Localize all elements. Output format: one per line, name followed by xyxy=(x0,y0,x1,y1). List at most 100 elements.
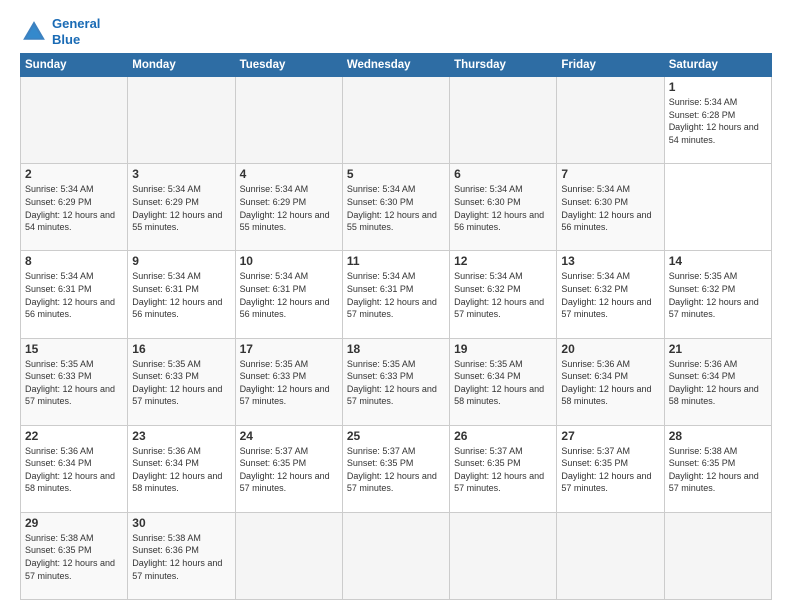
calendar-header-row: SundayMondayTuesdayWednesdayThursdayFrid… xyxy=(21,54,772,77)
day-number: 27 xyxy=(561,429,659,443)
day-info: Sunrise: 5:34 AMSunset: 6:30 PMDaylight:… xyxy=(454,183,552,233)
day-info: Sunrise: 5:34 AMSunset: 6:31 PMDaylight:… xyxy=(240,270,338,320)
day-info: Sunrise: 5:34 AMSunset: 6:28 PMDaylight:… xyxy=(669,96,767,146)
logo-text: General Blue xyxy=(52,16,100,47)
day-number: 30 xyxy=(132,516,230,530)
day-number: 17 xyxy=(240,342,338,356)
calendar-day-22: 22 Sunrise: 5:36 AMSunset: 6:34 PMDayligh… xyxy=(21,425,128,512)
empty-cell xyxy=(21,77,128,164)
day-number: 4 xyxy=(240,167,338,181)
day-number: 25 xyxy=(347,429,445,443)
calendar-week-5: 22 Sunrise: 5:36 AMSunset: 6:34 PMDayligh… xyxy=(21,425,772,512)
day-number: 19 xyxy=(454,342,552,356)
empty-cell xyxy=(342,512,449,599)
day-info: Sunrise: 5:35 AMSunset: 6:33 PMDaylight:… xyxy=(132,358,230,408)
calendar-day-24: 24 Sunrise: 5:37 AMSunset: 6:35 PMDayligh… xyxy=(235,425,342,512)
calendar-day-9: 9 Sunrise: 5:34 AMSunset: 6:31 PMDaylight… xyxy=(128,251,235,338)
calendar-day-28: 28 Sunrise: 5:38 AMSunset: 6:35 PMDayligh… xyxy=(664,425,771,512)
header-friday: Friday xyxy=(557,54,664,77)
day-number: 13 xyxy=(561,254,659,268)
calendar-table: SundayMondayTuesdayWednesdayThursdayFrid… xyxy=(20,53,772,600)
empty-cell xyxy=(450,512,557,599)
day-info: Sunrise: 5:34 AMSunset: 6:31 PMDaylight:… xyxy=(25,270,123,320)
calendar-day-29: 29Sunrise: 5:38 AMSunset: 6:35 PMDayligh… xyxy=(21,512,128,599)
day-info: Sunrise: 5:34 AMSunset: 6:30 PMDaylight:… xyxy=(561,183,659,233)
day-info: Sunrise: 5:34 AMSunset: 6:31 PMDaylight:… xyxy=(347,270,445,320)
empty-cell xyxy=(450,77,557,164)
day-info: Sunrise: 5:37 AMSunset: 6:35 PMDaylight:… xyxy=(561,445,659,495)
calendar-day-6: 6 Sunrise: 5:34 AMSunset: 6:30 PMDaylight… xyxy=(450,164,557,251)
calendar-day-1: 1 Sunrise: 5:34 AMSunset: 6:28 PMDaylight… xyxy=(664,77,771,164)
calendar-week-1: 1 Sunrise: 5:34 AMSunset: 6:28 PMDaylight… xyxy=(21,77,772,164)
day-number: 18 xyxy=(347,342,445,356)
day-info: Sunrise: 5:38 AMSunset: 6:36 PMDaylight:… xyxy=(132,532,230,582)
header-wednesday: Wednesday xyxy=(342,54,449,77)
day-info: Sunrise: 5:34 AMSunset: 6:29 PMDaylight:… xyxy=(25,183,123,233)
day-number: 9 xyxy=(132,254,230,268)
day-number: 26 xyxy=(454,429,552,443)
calendar-day-26: 26 Sunrise: 5:37 AMSunset: 6:35 PMDayligh… xyxy=(450,425,557,512)
calendar-week-6: 29Sunrise: 5:38 AMSunset: 6:35 PMDayligh… xyxy=(21,512,772,599)
header-sunday: Sunday xyxy=(21,54,128,77)
day-info: Sunrise: 5:35 AMSunset: 6:32 PMDaylight:… xyxy=(669,270,767,320)
calendar-week-3: 8Sunrise: 5:34 AMSunset: 6:31 PMDaylight… xyxy=(21,251,772,338)
page: General Blue SundayMondayTuesdayWednesda… xyxy=(0,0,792,612)
day-info: Sunrise: 5:37 AMSunset: 6:35 PMDaylight:… xyxy=(347,445,445,495)
day-number: 15 xyxy=(25,342,123,356)
day-number: 1 xyxy=(669,80,767,94)
day-number: 3 xyxy=(132,167,230,181)
calendar-day-7: 7Sunrise: 5:34 AMSunset: 6:30 PMDaylight… xyxy=(557,164,664,251)
calendar-day-23: 23Sunrise: 5:36 AMSunset: 6:34 PMDayligh… xyxy=(128,425,235,512)
day-number: 14 xyxy=(669,254,767,268)
day-number: 12 xyxy=(454,254,552,268)
day-number: 6 xyxy=(454,167,552,181)
day-info: Sunrise: 5:38 AMSunset: 6:35 PMDaylight:… xyxy=(669,445,767,495)
calendar-day-4: 4 Sunrise: 5:34 AMSunset: 6:29 PMDaylight… xyxy=(235,164,342,251)
day-info: Sunrise: 5:35 AMSunset: 6:33 PMDaylight:… xyxy=(347,358,445,408)
day-number: 11 xyxy=(347,254,445,268)
calendar-day-15: 15 Sunrise: 5:35 AMSunset: 6:33 PMDayligh… xyxy=(21,338,128,425)
day-number: 2 xyxy=(25,167,123,181)
day-number: 10 xyxy=(240,254,338,268)
day-info: Sunrise: 5:36 AMSunset: 6:34 PMDaylight:… xyxy=(25,445,123,495)
calendar-day-18: 18 Sunrise: 5:35 AMSunset: 6:33 PMDayligh… xyxy=(342,338,449,425)
calendar-day-27: 27 Sunrise: 5:37 AMSunset: 6:35 PMDayligh… xyxy=(557,425,664,512)
calendar-day-8: 8Sunrise: 5:34 AMSunset: 6:31 PMDaylight… xyxy=(21,251,128,338)
day-number: 24 xyxy=(240,429,338,443)
calendar-day-11: 11 Sunrise: 5:34 AMSunset: 6:31 PMDayligh… xyxy=(342,251,449,338)
day-info: Sunrise: 5:34 AMSunset: 6:30 PMDaylight:… xyxy=(347,183,445,233)
logo: General Blue xyxy=(20,16,100,47)
calendar-day-3: 3Sunrise: 5:34 AMSunset: 6:29 PMDaylight… xyxy=(128,164,235,251)
header: General Blue xyxy=(20,16,772,47)
day-info: Sunrise: 5:36 AMSunset: 6:34 PMDaylight:… xyxy=(669,358,767,408)
day-info: Sunrise: 5:36 AMSunset: 6:34 PMDaylight:… xyxy=(132,445,230,495)
calendar-week-2: 2 Sunrise: 5:34 AMSunset: 6:29 PMDaylight… xyxy=(21,164,772,251)
header-saturday: Saturday xyxy=(664,54,771,77)
calendar-day-17: 17Sunrise: 5:35 AMSunset: 6:33 PMDayligh… xyxy=(235,338,342,425)
day-info: Sunrise: 5:36 AMSunset: 6:34 PMDaylight:… xyxy=(561,358,659,408)
logo-icon xyxy=(20,18,48,46)
day-number: 22 xyxy=(25,429,123,443)
day-number: 29 xyxy=(25,516,123,530)
day-info: Sunrise: 5:35 AMSunset: 6:33 PMDaylight:… xyxy=(25,358,123,408)
day-info: Sunrise: 5:34 AMSunset: 6:32 PMDaylight:… xyxy=(561,270,659,320)
day-info: Sunrise: 5:34 AMSunset: 6:29 PMDaylight:… xyxy=(240,183,338,233)
calendar-day-19: 19 Sunrise: 5:35 AMSunset: 6:34 PMDayligh… xyxy=(450,338,557,425)
header-thursday: Thursday xyxy=(450,54,557,77)
empty-cell xyxy=(557,77,664,164)
day-info: Sunrise: 5:37 AMSunset: 6:35 PMDaylight:… xyxy=(454,445,552,495)
day-info: Sunrise: 5:34 AMSunset: 6:31 PMDaylight:… xyxy=(132,270,230,320)
empty-cell xyxy=(128,77,235,164)
calendar-day-16: 16 Sunrise: 5:35 AMSunset: 6:33 PMDayligh… xyxy=(128,338,235,425)
day-info: Sunrise: 5:35 AMSunset: 6:34 PMDaylight:… xyxy=(454,358,552,408)
day-number: 16 xyxy=(132,342,230,356)
calendar-day-5: 5Sunrise: 5:34 AMSunset: 6:30 PMDaylight… xyxy=(342,164,449,251)
calendar-day-10: 10 Sunrise: 5:34 AMSunset: 6:31 PMDayligh… xyxy=(235,251,342,338)
calendar-day-20: 20Sunrise: 5:36 AMSunset: 6:34 PMDayligh… xyxy=(557,338,664,425)
day-number: 21 xyxy=(669,342,767,356)
calendar-day-21: 21 Sunrise: 5:36 AMSunset: 6:34 PMDayligh… xyxy=(664,338,771,425)
calendar-day-14: 14 Sunrise: 5:35 AMSunset: 6:32 PMDayligh… xyxy=(664,251,771,338)
day-info: Sunrise: 5:37 AMSunset: 6:35 PMDaylight:… xyxy=(240,445,338,495)
calendar-day-25: 25 Sunrise: 5:37 AMSunset: 6:35 PMDayligh… xyxy=(342,425,449,512)
day-number: 28 xyxy=(669,429,767,443)
